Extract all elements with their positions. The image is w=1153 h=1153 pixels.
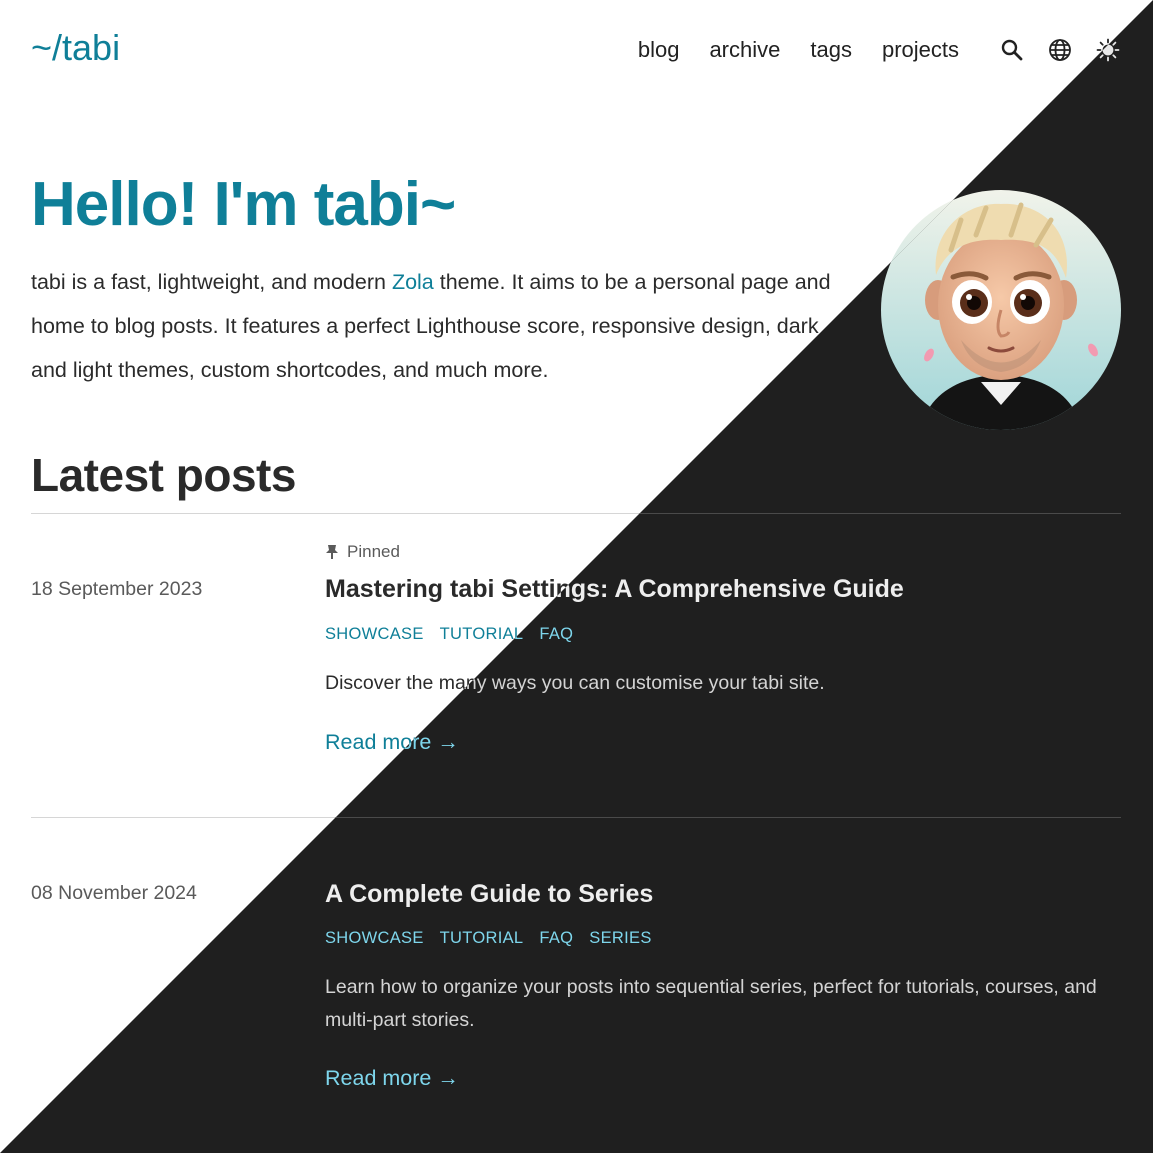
post-date: 18 September 2023 [31,578,203,600]
tag-showcase[interactable]: SHOWCASE [325,929,424,948]
hero-title: Hello! I'm tabi~ [31,170,456,239]
post-title[interactable]: A Complete Guide to Series [325,877,653,911]
main-nav: blog archive tags projects [638,32,1121,68]
site-logo[interactable]: ~/tabi [31,26,120,70]
nav-projects[interactable]: projects [882,37,959,63]
pinned-text: Pinned [347,542,400,561]
zola-link[interactable]: Zola [392,270,434,294]
tag-faq[interactable]: FAQ [539,625,573,644]
nav-blog[interactable]: blog [638,37,680,63]
tag-tutorial[interactable]: TUTORIAL [440,625,524,644]
tag-faq[interactable]: FAQ [539,929,573,948]
nav-tags[interactable]: tags [810,37,852,63]
post-date: 08 November 2024 [31,882,197,904]
read-more-link[interactable]: Read more → [325,1063,459,1093]
tag-series[interactable]: SERIES [589,929,651,948]
post-summary: Learn how to organize your posts into se… [325,976,1097,1031]
language-globe-icon[interactable] [1047,37,1073,63]
post-tags: SHOWCASE TUTORIAL FAQ SERIES [325,929,668,948]
tag-tutorial[interactable]: TUTORIAL [440,929,524,948]
hero-intro-text-1: tabi is a fast, lightweight, and modern [31,270,392,294]
nav-archive[interactable]: archive [709,37,780,63]
hero-intro: tabi is a fast, lightweight, and modern … [31,260,841,392]
site-header: ~/tabi blog archive tags projects [31,26,1121,72]
search-icon[interactable] [999,37,1025,63]
pinned-label: Pinned [325,540,400,564]
tag-showcase[interactable]: SHOWCASE [325,625,424,644]
latest-posts-heading: Latest posts [31,449,296,501]
pin-icon [326,545,338,559]
